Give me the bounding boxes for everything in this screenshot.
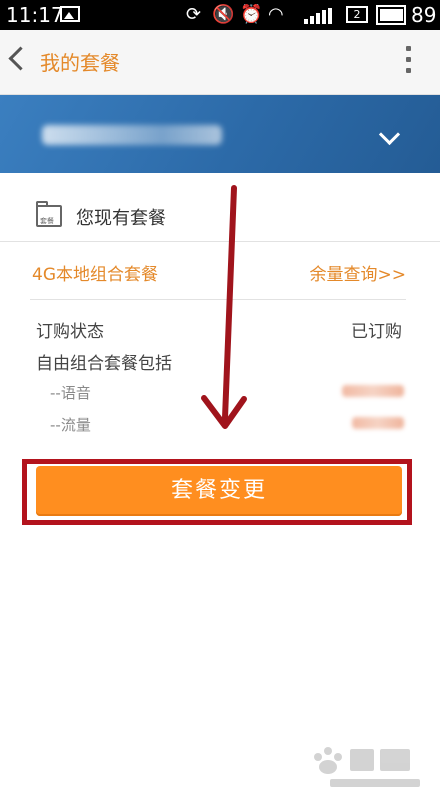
watermark-logo <box>314 747 420 787</box>
annotation-arrow <box>201 185 247 429</box>
